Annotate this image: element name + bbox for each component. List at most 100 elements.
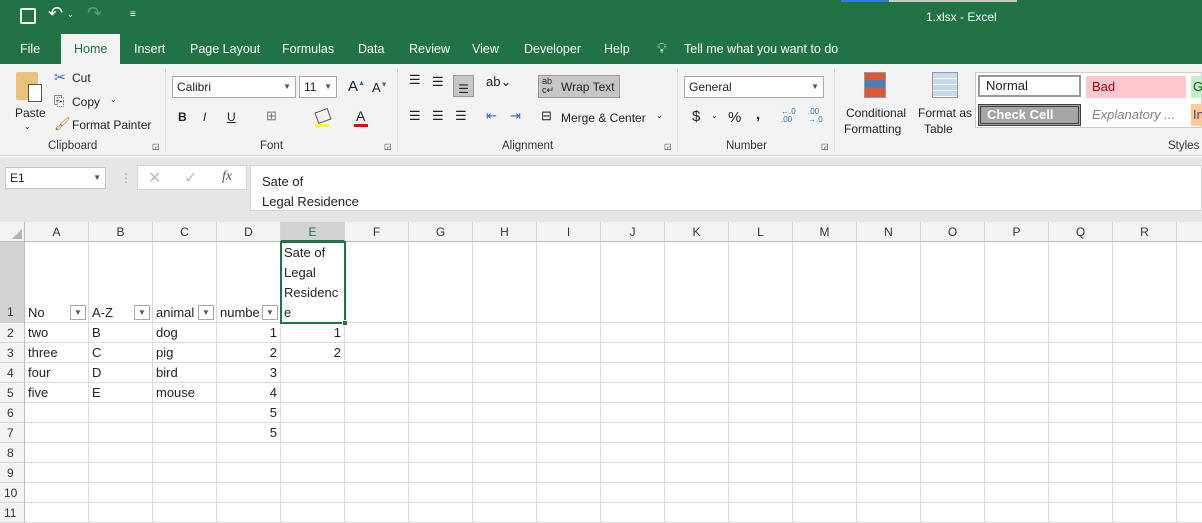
cell-b8[interactable]	[89, 443, 153, 463]
cell-f5[interactable]	[345, 383, 409, 403]
cell-k10[interactable]	[665, 483, 729, 503]
cell-o8[interactable]	[921, 443, 985, 463]
cell-a2[interactable]: two	[25, 323, 89, 343]
cell-s3[interactable]	[1177, 343, 1202, 363]
cell-p1[interactable]	[985, 242, 1049, 323]
cell-i10[interactable]	[537, 483, 601, 503]
orientation-icon[interactable]: ab⌄	[486, 74, 511, 90]
cell-q4[interactable]	[1049, 363, 1113, 383]
cell-d8[interactable]	[217, 443, 281, 463]
cell-r6[interactable]	[1113, 403, 1177, 423]
paste-button[interactable]: Paste ⌄	[12, 70, 48, 136]
undo-icon[interactable]: ↶	[48, 3, 63, 24]
cell-l9[interactable]	[729, 463, 793, 483]
font-color-icon[interactable]: A	[356, 108, 365, 124]
cell-r3[interactable]	[1113, 343, 1177, 363]
currency-dropdown-icon[interactable]: ⌄	[711, 111, 718, 120]
decrease-font-size-icon[interactable]: A▼	[372, 80, 388, 95]
format-as-table-button[interactable]: Format as Table	[914, 70, 974, 138]
cell-o10[interactable]	[921, 483, 985, 503]
italic-button[interactable]: I	[203, 110, 206, 124]
cell-h2[interactable]	[473, 323, 537, 343]
enter-icon[interactable]: ✓	[184, 168, 197, 188]
column-header-j[interactable]: J	[601, 222, 665, 242]
filter-dropdown-icon[interactable]: ▼	[70, 305, 86, 320]
cell-f1[interactable]	[345, 242, 409, 323]
cell-f2[interactable]	[345, 323, 409, 343]
cell-i1[interactable]	[537, 242, 601, 323]
cell-h4[interactable]	[473, 363, 537, 383]
column-header-o[interactable]: O	[921, 222, 985, 242]
column-header-c[interactable]: C	[153, 222, 217, 242]
cell-m3[interactable]	[793, 343, 857, 363]
row-header-7[interactable]: 7	[0, 423, 25, 443]
cell-g7[interactable]	[409, 423, 473, 443]
cell-k8[interactable]	[665, 443, 729, 463]
cell-e9[interactable]	[281, 463, 345, 483]
cell-m6[interactable]	[793, 403, 857, 423]
cell-d9[interactable]	[217, 463, 281, 483]
font-size-select[interactable]: 11 ▼	[299, 76, 337, 98]
increase-font-size-icon[interactable]: A▲	[348, 78, 365, 95]
cell-g9[interactable]	[409, 463, 473, 483]
row-header-3[interactable]: 3	[0, 343, 25, 363]
cell-e11[interactable]	[281, 503, 345, 523]
tell-me-search[interactable]: Tell me what you want to do	[682, 34, 840, 64]
tab-help[interactable]: Help	[602, 34, 632, 64]
cell-k4[interactable]	[665, 363, 729, 383]
filter-dropdown-icon[interactable]: ▼	[198, 305, 214, 320]
cell-l2[interactable]	[729, 323, 793, 343]
cell-c3[interactable]: pig	[153, 343, 217, 363]
cell-r4[interactable]	[1113, 363, 1177, 383]
row-header-4[interactable]: 4	[0, 363, 25, 383]
decrease-decimal-icon[interactable]: .00 →.0	[808, 108, 823, 124]
style-check-cell[interactable]: Check Cell	[978, 104, 1081, 126]
cancel-icon[interactable]: ✕	[148, 168, 161, 188]
cell-j7[interactable]	[601, 423, 665, 443]
cell-c1[interactable]: animal ▼	[153, 242, 217, 323]
cell-n2[interactable]	[857, 323, 921, 343]
cell-r11[interactable]	[1113, 503, 1177, 523]
column-header-a[interactable]: A	[25, 222, 89, 242]
cell-s7[interactable]	[1177, 423, 1202, 443]
cell-j10[interactable]	[601, 483, 665, 503]
cell-f8[interactable]	[345, 443, 409, 463]
cell-g1[interactable]	[409, 242, 473, 323]
cell-l1[interactable]	[729, 242, 793, 323]
cell-o11[interactable]	[921, 503, 985, 523]
cell-o7[interactable]	[921, 423, 985, 443]
cell-h3[interactable]	[473, 343, 537, 363]
cell-s9[interactable]	[1177, 463, 1202, 483]
save-icon[interactable]	[20, 8, 36, 24]
tab-insert[interactable]: Insert	[132, 34, 167, 64]
cell-m8[interactable]	[793, 443, 857, 463]
cell-i3[interactable]	[537, 343, 601, 363]
cell-r7[interactable]	[1113, 423, 1177, 443]
cell-q8[interactable]	[1049, 443, 1113, 463]
cell-g10[interactable]	[409, 483, 473, 503]
decrease-indent-icon[interactable]: ⇤	[486, 108, 497, 124]
column-header-n[interactable]: N	[857, 222, 921, 242]
cell-b7[interactable]	[89, 423, 153, 443]
row-header-1[interactable]: 1	[0, 242, 25, 323]
fill-handle[interactable]	[342, 320, 348, 326]
cell-b1[interactable]: A-Z ▼	[89, 242, 153, 323]
cell-o6[interactable]	[921, 403, 985, 423]
cell-m11[interactable]	[793, 503, 857, 523]
cell-c7[interactable]	[153, 423, 217, 443]
increase-decimal-icon[interactable]: ←.0.00	[781, 108, 796, 124]
cell-m1[interactable]	[793, 242, 857, 323]
cell-n1[interactable]	[857, 242, 921, 323]
cell-q7[interactable]	[1049, 423, 1113, 443]
cell-r5[interactable]	[1113, 383, 1177, 403]
cell-j9[interactable]	[601, 463, 665, 483]
tab-page-layout[interactable]: Page Layout	[188, 34, 262, 64]
cell-p10[interactable]	[985, 483, 1049, 503]
cell-j1[interactable]	[601, 242, 665, 323]
cell-f4[interactable]	[345, 363, 409, 383]
spreadsheet-grid[interactable]: A B C D E F G H I J K L M N O P Q R 1 No ▼ A-Z ▼ animal ▼ numbe ▼ S…	[0, 222, 1202, 523]
cell-q10[interactable]	[1049, 483, 1113, 503]
cell-e8[interactable]	[281, 443, 345, 463]
cell-p2[interactable]	[985, 323, 1049, 343]
cell-m7[interactable]	[793, 423, 857, 443]
